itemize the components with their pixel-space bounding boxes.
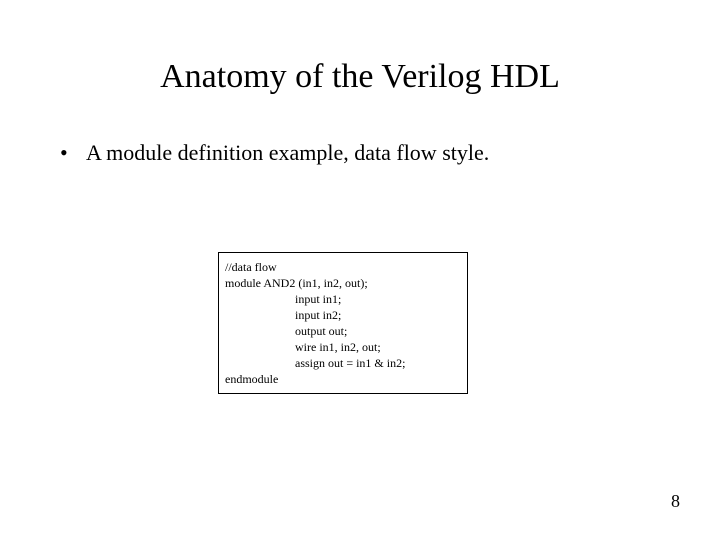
page-number: 8 xyxy=(671,491,680,512)
code-line: input in1; xyxy=(225,293,461,305)
code-line: output out; xyxy=(225,325,461,337)
code-line: wire in1, in2, out; xyxy=(225,341,461,353)
bullet-marker: • xyxy=(60,140,86,166)
code-line: input in2; xyxy=(225,309,461,321)
code-box: //data flow module AND2 (in1, in2, out);… xyxy=(218,252,468,394)
slide-title: Anatomy of the Verilog HDL xyxy=(0,0,720,126)
code-endmodule: endmodule xyxy=(225,373,461,385)
code-module-decl: module AND2 (in1, in2, out); xyxy=(225,277,461,289)
bullet-text: A module definition example, data flow s… xyxy=(86,140,489,166)
bullet-item: • A module definition example, data flow… xyxy=(0,140,720,166)
code-line: assign out = in1 & in2; xyxy=(225,357,461,369)
code-comment: //data flow xyxy=(225,261,461,273)
slide: Anatomy of the Verilog HDL • A module de… xyxy=(0,0,720,540)
